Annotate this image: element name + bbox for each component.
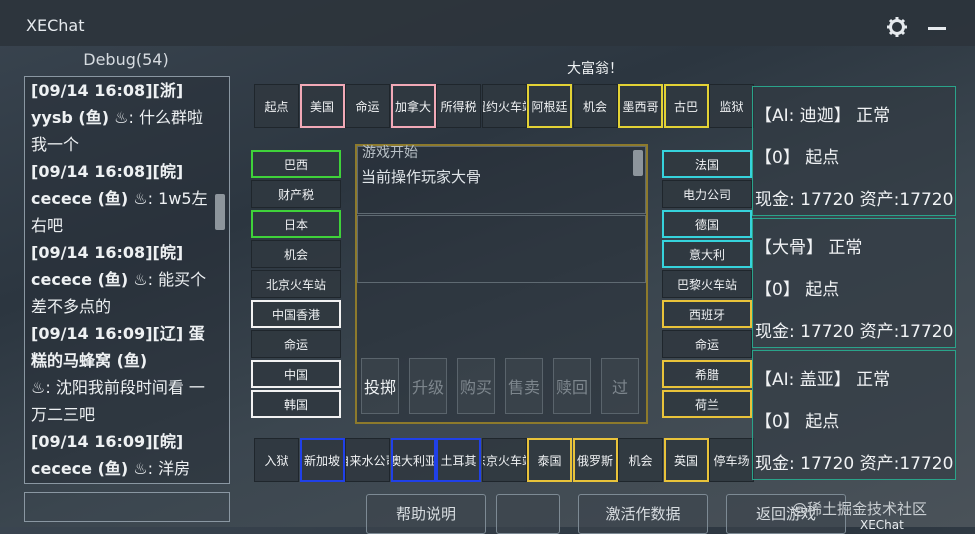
chat-message: [09/14 16:08][皖] cecece (鱼) ♨: 1w5左右吧 bbox=[31, 158, 217, 239]
board-cell[interactable]: 意大利 bbox=[662, 240, 752, 268]
board-cell[interactable]: 法国 bbox=[662, 150, 752, 178]
board-cell[interactable]: 财产税 bbox=[251, 180, 341, 208]
sell-button[interactable]: 售卖 bbox=[505, 358, 543, 414]
chat-message-header: [09/14 16:08][浙] bbox=[31, 81, 184, 100]
log-scrollbar[interactable] bbox=[633, 150, 643, 176]
board-cell[interactable]: 墨西哥 bbox=[618, 84, 663, 128]
chat-message-header: [09/14 16:09][辽] 蛋糕的马蜂窝 (鱼) bbox=[31, 324, 205, 370]
blank-button[interactable] bbox=[496, 494, 560, 534]
board-cell[interactable]: 自来水公司 bbox=[345, 438, 390, 482]
chat-message-header: [09/14 16:09][皖] bbox=[31, 432, 184, 451]
pass-button[interactable]: 过 bbox=[601, 358, 639, 414]
player-money: 现金: 17720 资产:17720 bbox=[755, 322, 954, 342]
roll-button[interactable]: 投掷 bbox=[361, 358, 399, 414]
board-cell[interactable]: 泰国 bbox=[527, 438, 572, 482]
player-name: 【AI: 迪迦】 正常 bbox=[755, 106, 891, 126]
board-cell[interactable]: 西班牙 bbox=[662, 300, 752, 328]
player-card: 【AI: 盖亚】 正常 【0】 起点 现金: 17720 资产:17720 bbox=[752, 350, 956, 480]
board-cell[interactable]: 东京火车站 bbox=[481, 438, 527, 482]
fire-icon: ♨ bbox=[133, 459, 148, 478]
upgrade-button[interactable]: 升级 bbox=[409, 358, 447, 414]
chat-message-header: [09/14 16:08][皖] bbox=[31, 243, 184, 262]
board-cell[interactable]: 土耳其 bbox=[436, 438, 481, 482]
board-cell[interactable]: 起点 bbox=[254, 84, 299, 128]
fire-icon: ♨ bbox=[133, 189, 148, 208]
chat-message: [09/14 16:08][浙] yysb (鱼) ♨: 什么群啦我一个 bbox=[31, 77, 217, 158]
player-card: 【大骨】 正常 【0】 起点 现金: 17720 资产:17720 bbox=[752, 218, 956, 348]
chat-input[interactable] bbox=[24, 492, 230, 522]
minimize-icon[interactable] bbox=[928, 27, 946, 30]
fire-icon: ♨ bbox=[114, 108, 129, 127]
board-cell[interactable]: 古巴 bbox=[663, 84, 709, 128]
fire-icon: ♨ bbox=[31, 378, 46, 397]
chat-user: cecece (鱼) bbox=[31, 459, 129, 478]
player-name: 【大骨】 正常 bbox=[755, 238, 863, 258]
chat-user: cecece (鱼) bbox=[31, 270, 129, 289]
board-cell[interactable]: 纽约火车站 bbox=[481, 84, 527, 128]
board-cell[interactable]: 停车场 bbox=[709, 438, 754, 482]
player-position: 【0】 起点 bbox=[755, 148, 840, 168]
player-position: 【0】 起点 bbox=[755, 412, 840, 432]
chat-message: [09/14 16:08][皖] cecece (鱼) ♨: 能买个差不多点的 bbox=[31, 239, 217, 320]
board-cell[interactable]: 命运 bbox=[345, 84, 390, 128]
board-cell[interactable]: 命运 bbox=[251, 330, 341, 358]
board-cell[interactable]: 日本 bbox=[251, 210, 341, 238]
board-cell[interactable]: 希腊 bbox=[662, 360, 752, 388]
chat-message: [09/14 16:09][辽] 蛋糕的马蜂窝 (鱼) ♨: 沈阳我前段时间看 … bbox=[31, 320, 217, 428]
title-bar bbox=[0, 0, 975, 46]
board-cell[interactable]: 北京火车站 bbox=[251, 270, 341, 298]
board-cell[interactable]: 机会 bbox=[572, 84, 618, 128]
dice-area bbox=[357, 215, 646, 283]
chat-message-header: [09/14 16:08][皖] bbox=[31, 162, 184, 181]
chat-message: [09/14 16:09][皖] cecece (鱼) ♨: 洋房 bbox=[31, 428, 217, 482]
board-cell[interactable]: 入狱 bbox=[254, 438, 299, 482]
chat-user: yysb (鱼) bbox=[31, 108, 110, 127]
log-line: 游戏开始 bbox=[362, 145, 418, 161]
player-card: 【AI: 迪迦】 正常 【0】 起点 现金: 17720 资产:17720 bbox=[752, 86, 956, 216]
app-title: XEChat bbox=[26, 16, 85, 35]
board-cell[interactable]: 巴西 bbox=[251, 150, 341, 178]
board-cell[interactable]: 机会 bbox=[618, 438, 663, 482]
board-cell[interactable]: 命运 bbox=[662, 330, 752, 358]
board-cell[interactable]: 所得税 bbox=[436, 84, 481, 128]
board-cell[interactable]: 中国 bbox=[251, 360, 341, 388]
chat-log[interactable]: [09/14 16:08][浙] yysb (鱼) ♨: 什么群啦我一个 [09… bbox=[24, 76, 230, 484]
board-cell[interactable]: 机会 bbox=[251, 240, 341, 268]
board-cell[interactable]: 中国香港 bbox=[251, 300, 341, 328]
chat-title: Debug(54) bbox=[83, 50, 169, 69]
help-button[interactable]: 帮助说明 bbox=[366, 494, 486, 534]
redeem-button[interactable]: 赎回 bbox=[553, 358, 591, 414]
board-cell[interactable]: 俄罗斯 bbox=[572, 438, 618, 482]
board-cell[interactable]: 韩国 bbox=[251, 390, 341, 418]
player-money: 现金: 17720 资产:17720 bbox=[755, 454, 954, 474]
board-cell[interactable]: 德国 bbox=[662, 210, 752, 238]
activate-button[interactable]: 激活作数据 bbox=[578, 494, 708, 534]
chat-user: cecece (鱼) bbox=[31, 189, 129, 208]
board-cell[interactable]: 巴黎火车站 bbox=[662, 270, 752, 298]
watermark: @稀土掘金技术社区 bbox=[792, 500, 928, 518]
board-cell[interactable]: 美国 bbox=[299, 84, 345, 128]
taskbar-label: XEChat bbox=[860, 518, 904, 532]
fire-icon: ♨ bbox=[133, 270, 148, 289]
board-cell[interactable]: 电力公司 bbox=[662, 180, 752, 208]
board-cell[interactable]: 监狱 bbox=[709, 84, 754, 128]
buy-button[interactable]: 购买 bbox=[457, 358, 495, 414]
player-money: 现金: 17720 资产:17720 bbox=[755, 190, 954, 210]
board-cell[interactable]: 新加坡 bbox=[299, 438, 345, 482]
board-cell[interactable]: 英国 bbox=[663, 438, 709, 482]
chat-scrollbar[interactable] bbox=[215, 194, 225, 230]
current-player-status: 当前操作玩家大骨 bbox=[361, 168, 482, 186]
gear-icon[interactable] bbox=[886, 16, 908, 38]
board-cell[interactable]: 荷兰 bbox=[662, 390, 752, 418]
player-name: 【AI: 盖亚】 正常 bbox=[755, 370, 891, 390]
board-title: 大富翁！ bbox=[567, 61, 623, 77]
board-cell[interactable]: 澳大利亚 bbox=[390, 438, 436, 482]
chat-text: 洋房 bbox=[158, 459, 191, 478]
chat-text: 沈阳我前段时间看 一万二三吧 bbox=[31, 378, 205, 424]
board-cell[interactable]: 阿根廷 bbox=[527, 84, 572, 128]
board-cell[interactable]: 加拿大 bbox=[390, 84, 436, 128]
player-position: 【0】 起点 bbox=[755, 280, 840, 300]
